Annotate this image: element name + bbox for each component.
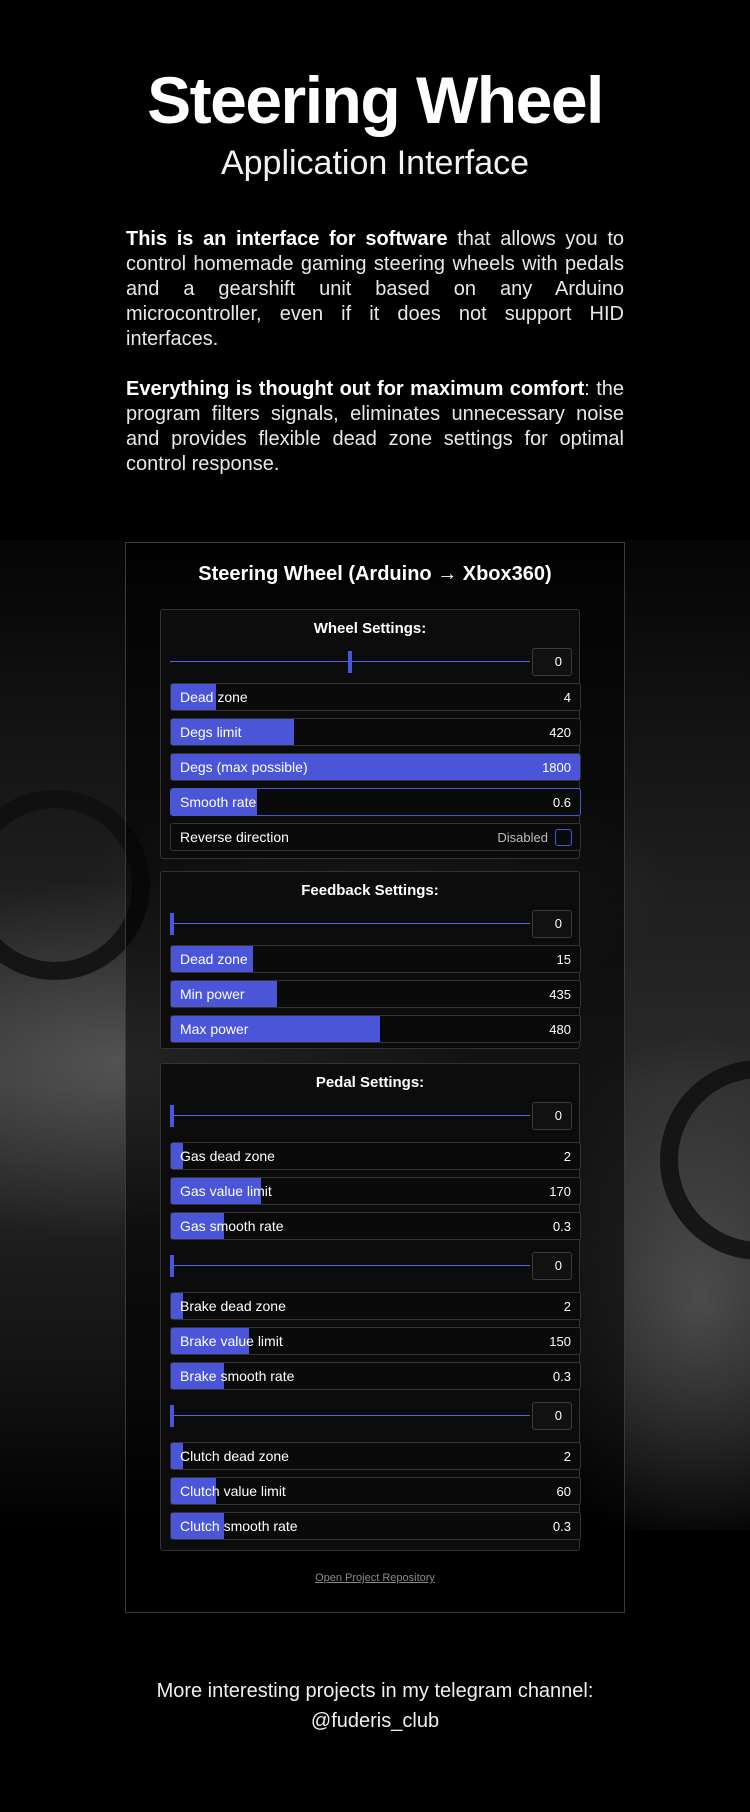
bar-label: Dead zone [180, 689, 248, 705]
wheel-settings-title: Wheel Settings: [313, 620, 427, 637]
setting-bar-degs-max-possible[interactable]: Degs (max possible) 1800 [170, 753, 581, 781]
hero-title: Steering Wheel [147, 63, 604, 137]
intro-paragraph-2: Everything is thought out for maximum co… [126, 377, 624, 477]
slider-track [170, 1115, 530, 1116]
slider-value-field[interactable]: 0 [532, 910, 572, 938]
reverse-direction-label: Reverse direction [180, 829, 289, 845]
bar-value: 2 [563, 1449, 571, 1464]
telegram-channel-handle[interactable]: @fuderis_club [0, 1706, 750, 1736]
reverse-direction-toggle[interactable]: Reverse direction Disabled [170, 823, 581, 851]
setting-bar-clutch-value-limit[interactable]: Clutch value limit 60 [170, 1477, 581, 1505]
hero-subtitle: Application Interface [220, 144, 530, 182]
bar-label: Min power [180, 986, 245, 1002]
bar-label: Dead zone [180, 951, 248, 967]
open-repository-link[interactable]: Open Project Repository [126, 1572, 624, 1584]
bar-value: 1800 [542, 760, 571, 775]
slider-thumb[interactable] [170, 1405, 174, 1427]
bar-value: 170 [549, 1184, 571, 1199]
setting-bar-gas-dead-zone[interactable]: Gas dead zone 2 [170, 1142, 581, 1170]
setting-bar-min-power[interactable]: Min power 435 [170, 980, 581, 1008]
brake-position-slider[interactable]: 0 [170, 1252, 572, 1280]
bar-label: Gas dead zone [180, 1148, 275, 1164]
slider-thumb[interactable] [170, 1255, 174, 1277]
reverse-direction-checkbox[interactable] [555, 829, 572, 846]
intro-p2-bold: Everything is thought out for maximum co… [126, 378, 585, 400]
intro-p1-bold: This is an interface for software [126, 228, 448, 250]
bar-label: Degs (max possible) [180, 759, 308, 775]
intro-paragraph-1: This is an interface for software that a… [126, 227, 624, 352]
bar-label: Brake smooth rate [180, 1368, 295, 1384]
bar-value: 150 [549, 1334, 571, 1349]
clutch-position-slider[interactable]: 0 [170, 1402, 572, 1430]
bar-label: Max power [180, 1021, 249, 1037]
bar-value: 4 [563, 690, 571, 705]
slider-thumb[interactable] [170, 913, 174, 935]
app-title: Steering Wheel (Arduino → Xbox360) [198, 563, 552, 585]
bar-value: 420 [549, 725, 571, 740]
setting-bar-clutch-smooth-rate[interactable]: Clutch smooth rate 0.3 [170, 1512, 581, 1540]
footer: More interesting projects in my telegram… [0, 1676, 750, 1736]
bar-value: 2 [563, 1149, 571, 1164]
bar-value: 0.6 [552, 795, 571, 810]
bar-label: Gas value limit [180, 1183, 272, 1199]
feedback-settings-panel: Feedback Settings: 0 Dead zone 15 Min powe… [160, 871, 581, 1049]
setting-bar-brake-dead-zone[interactable]: Brake dead zone 2 [170, 1292, 581, 1320]
bar-value: 435 [549, 987, 571, 1002]
bar-label: Clutch smooth rate [180, 1518, 298, 1534]
pedal-settings-title: Pedal Settings: [315, 1074, 425, 1091]
slider-track [170, 1415, 530, 1416]
setting-bar-dead-zone[interactable]: Dead zone 4 [170, 683, 581, 711]
slider-track [170, 923, 530, 924]
slider-value-field[interactable]: 0 [532, 648, 572, 676]
slider-thumb[interactable] [348, 651, 352, 673]
bar-label: Brake dead zone [180, 1298, 286, 1314]
bar-value: 60 [556, 1484, 571, 1499]
slider-thumb[interactable] [170, 1105, 174, 1127]
bar-value: 15 [556, 952, 571, 967]
bar-label: Smooth rate [180, 794, 257, 810]
page: Steering Wheel Application Interface Thi… [0, 0, 750, 1812]
wheel-settings-panel: Wheel Settings: 0 Dead zone 4 Degs limit 42… [160, 609, 581, 859]
reverse-direction-status: Disabled [497, 830, 548, 845]
setting-bar-dead-zone[interactable]: Dead zone 15 [170, 945, 581, 973]
setting-bar-brake-value-limit[interactable]: Brake value limit 150 [170, 1327, 581, 1355]
wheel-position-slider[interactable]: 0 [170, 648, 572, 676]
gas-position-slider[interactable]: 0 [170, 1102, 572, 1130]
setting-bar-brake-smooth-rate[interactable]: Brake smooth rate 0.3 [170, 1362, 581, 1390]
app-window: Steering Wheel (Arduino → Xbox360) Wheel… [125, 542, 625, 1613]
bar-label: Clutch dead zone [180, 1448, 289, 1464]
pedal-settings-panel: Pedal Settings: 0 Gas dead zone 2 Gas valu… [160, 1063, 581, 1551]
bar-label: Clutch value limit [180, 1483, 286, 1499]
setting-bar-max-power[interactable]: Max power 480 [170, 1015, 581, 1043]
bar-label: Gas smooth rate [180, 1218, 284, 1234]
bar-label: Brake value limit [180, 1333, 283, 1349]
slider-value-field[interactable]: 0 [532, 1102, 572, 1130]
slider-value-field[interactable]: 0 [532, 1402, 572, 1430]
bar-value: 0.3 [552, 1369, 571, 1384]
setting-bar-gas-smooth-rate[interactable]: Gas smooth rate 0.3 [170, 1212, 581, 1240]
setting-bar-degs-limit[interactable]: Degs limit 420 [170, 718, 581, 746]
slider-track [170, 1265, 530, 1266]
setting-bar-smooth-rate[interactable]: Smooth rate 0.6 [170, 788, 581, 816]
feedback-position-slider[interactable]: 0 [170, 910, 572, 938]
slider-value-field[interactable]: 0 [532, 1252, 572, 1280]
bar-label: Degs limit [180, 724, 242, 740]
bar-value: 0.3 [552, 1219, 571, 1234]
feedback-settings-title: Feedback Settings: [301, 882, 439, 899]
setting-bar-clutch-dead-zone[interactable]: Clutch dead zone 2 [170, 1442, 581, 1470]
bar-value: 480 [549, 1022, 571, 1037]
footer-text: More interesting projects in my telegram… [156, 1680, 594, 1702]
setting-bar-gas-value-limit[interactable]: Gas value limit 170 [170, 1177, 581, 1205]
hero: Steering Wheel Application Interface [0, 60, 750, 186]
bar-value: 2 [563, 1299, 571, 1314]
bar-value: 0.3 [552, 1519, 571, 1534]
